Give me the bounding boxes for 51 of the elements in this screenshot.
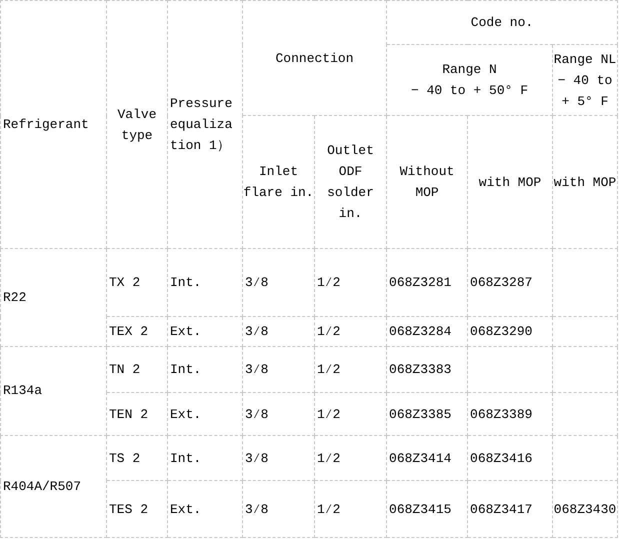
table-cell: TX 2	[106, 248, 168, 316]
table-cell: TEX 2	[106, 316, 168, 346]
table-cell: Int.	[168, 248, 242, 316]
table-cell: 1⁄2	[314, 480, 387, 538]
table-cell: 1⁄2	[314, 436, 387, 480]
table-cell: 068Z3383	[386, 346, 468, 392]
table-cell: 1⁄2	[314, 248, 387, 316]
table-cell: 3⁄8	[242, 436, 314, 480]
header-cell: Connection	[242, 0, 387, 116]
table-cell: R134a	[0, 346, 106, 436]
table-cell: 068Z3281	[386, 248, 468, 316]
header-cell: Refrigerant	[0, 0, 106, 248]
table-cell: 068Z3415	[386, 480, 468, 538]
table-cell: 068Z3287	[468, 248, 553, 316]
table-cell: 1⁄2	[314, 316, 387, 346]
table-cell: Ext.	[168, 392, 242, 436]
table-cell: 1⁄2	[314, 392, 387, 436]
table-cell: R404A/R507	[0, 436, 106, 538]
table-cell: 068Z3414	[386, 436, 468, 480]
header-cell: Valve type	[106, 0, 168, 248]
table-cell: TEN 2	[106, 392, 168, 436]
table-cell: 3⁄8	[242, 248, 314, 316]
header-cell: Without MOP	[386, 116, 468, 248]
table-cell: 068Z3417	[468, 480, 553, 538]
header-cell: Inlet flare in.	[242, 116, 314, 248]
header-cell: Range N − 40 to + 50° F	[386, 44, 553, 116]
header-cell: with MOP	[552, 116, 618, 248]
table-cell: 068Z3385	[386, 392, 468, 436]
header-cell: with MOP	[468, 116, 553, 248]
table-cell: 3⁄8	[242, 316, 314, 346]
table-cell: 3⁄8	[242, 480, 314, 538]
table-cell: 068Z3389	[468, 392, 553, 436]
table-cell: 068Z3284	[386, 316, 468, 346]
table-cell: 3⁄8	[242, 346, 314, 392]
table-cell: Ext.	[168, 480, 242, 538]
table-cell: 1⁄2	[314, 346, 387, 392]
table-cell: 068Z3416	[468, 436, 553, 480]
table-cell: 068Z3430	[552, 480, 618, 538]
table-cell: 3⁄8	[242, 392, 314, 436]
table-cell: TN 2	[106, 346, 168, 392]
header-cell: Outlet ODF solder in.	[314, 116, 387, 248]
table-cell: TES 2	[106, 480, 168, 538]
header-cell: Code no.	[386, 0, 618, 44]
header-cell: Pressure equalization 1）	[168, 0, 242, 248]
header-cell: Range NL − 40 to + 5° F	[552, 44, 618, 116]
table-cell: 068Z3290	[468, 316, 553, 346]
table-cell: Int.	[168, 346, 242, 392]
table-cell: Int.	[168, 436, 242, 480]
table-cell: R22	[0, 248, 106, 346]
table-cell: Ext.	[168, 316, 242, 346]
table-cell: TS 2	[106, 436, 168, 480]
